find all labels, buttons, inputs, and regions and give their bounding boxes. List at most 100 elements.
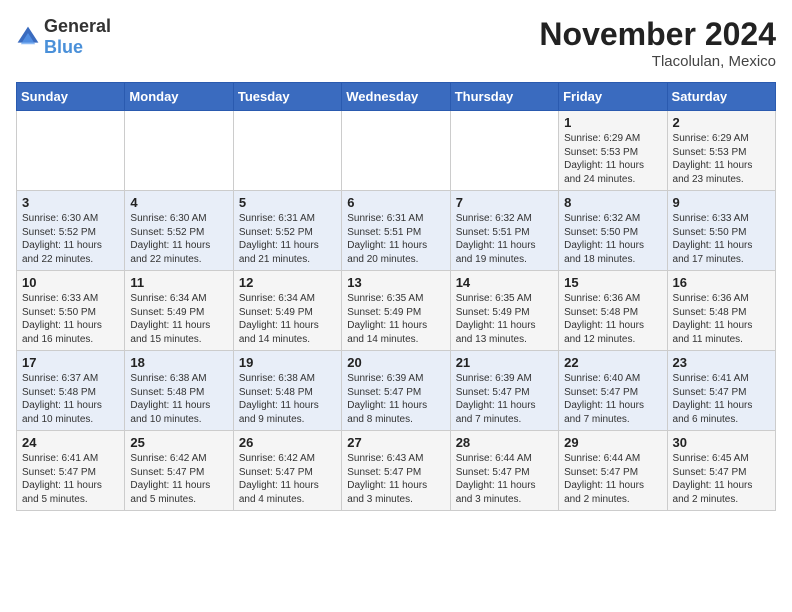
- day-cell: [342, 111, 450, 191]
- week-row-3: 10Sunrise: 6:33 AM Sunset: 5:50 PM Dayli…: [17, 271, 776, 351]
- day-number: 15: [564, 275, 661, 290]
- day-number: 6: [347, 195, 444, 210]
- day-cell: 14 Sunrise: 6:35 AM Sunset: 5:49 PM Dayli…: [450, 271, 558, 351]
- day-cell: 6 Sunrise: 6:31 AM Sunset: 5:51 PM Daylig…: [342, 191, 450, 271]
- day-info: Sunrise: 6:42 AM Sunset: 5:47 PM Dayligh…: [130, 452, 227, 506]
- day-cell: 11Sunrise: 6:34 AM Sunset: 5:49 PM Dayli…: [125, 271, 233, 351]
- day-info: Sunrise: 6:39 AM Sunset: 5:47 PM Dayligh…: [347, 372, 444, 426]
- day-info: Sunrise: 6:43 AM Sunset: 5:47 PM Dayligh…: [347, 452, 444, 506]
- day-number: 7: [456, 195, 553, 210]
- day-cell: 27 Sunrise: 6:43 AM Sunset: 5:47 PM Dayli…: [342, 431, 450, 511]
- day-cell: 29 Sunrise: 6:44 AM Sunset: 5:47 PM Dayli…: [559, 431, 667, 511]
- day-cell: 12 Sunrise: 6:34 AM Sunset: 5:49 PM Dayli…: [233, 271, 341, 351]
- day-info: Sunrise: 6:44 AM Sunset: 5:47 PM Dayligh…: [564, 452, 661, 506]
- day-cell: 15 Sunrise: 6:36 AM Sunset: 5:48 PM Dayli…: [559, 271, 667, 351]
- day-number: 12: [239, 275, 336, 290]
- day-number: 3: [22, 195, 119, 210]
- day-number: 5: [239, 195, 336, 210]
- day-number: 16: [673, 275, 770, 290]
- day-cell: 23Sunrise: 6:41 AM Sunset: 5:47 PM Dayli…: [667, 351, 775, 431]
- weekday-header-wednesday: Wednesday: [342, 83, 450, 111]
- day-cell: 28 Sunrise: 6:44 AM Sunset: 5:47 PM Dayli…: [450, 431, 558, 511]
- week-row-2: 3 Sunrise: 6:30 AM Sunset: 5:52 PM Daylig…: [17, 191, 776, 271]
- day-info: Sunrise: 6:45 AM Sunset: 5:47 PM Dayligh…: [673, 452, 770, 506]
- day-info: Sunrise: 6:35 AM Sunset: 5:49 PM Dayligh…: [347, 292, 444, 346]
- day-number: 9: [673, 195, 770, 210]
- day-info: Sunrise: 6:42 AM Sunset: 5:47 PM Dayligh…: [239, 452, 336, 506]
- day-number: 22: [564, 355, 661, 370]
- day-info: Sunrise: 6:39 AM Sunset: 5:47 PM Dayligh…: [456, 372, 553, 426]
- day-info: Sunrise: 6:34 AM Sunset: 5:49 PM Dayligh…: [239, 292, 336, 346]
- logo-blue-text: Blue: [44, 37, 83, 57]
- day-number: 1: [564, 115, 661, 130]
- day-number: 14: [456, 275, 553, 290]
- day-info: Sunrise: 6:29 AM Sunset: 5:53 PM Dayligh…: [673, 132, 770, 186]
- day-cell: 18 Sunrise: 6:38 AM Sunset: 5:48 PM Dayli…: [125, 351, 233, 431]
- day-cell: 19Sunrise: 6:38 AM Sunset: 5:48 PM Dayli…: [233, 351, 341, 431]
- day-info: Sunrise: 6:31 AM Sunset: 5:51 PM Dayligh…: [347, 212, 444, 266]
- day-number: 28: [456, 435, 553, 450]
- day-cell: 5 Sunrise: 6:31 AM Sunset: 5:52 PM Daylig…: [233, 191, 341, 271]
- day-number: 21: [456, 355, 553, 370]
- day-info: Sunrise: 6:32 AM Sunset: 5:50 PM Dayligh…: [564, 212, 661, 266]
- day-number: 23: [673, 355, 770, 370]
- weekday-header-sunday: Sunday: [17, 83, 125, 111]
- day-cell: 10Sunrise: 6:33 AM Sunset: 5:50 PM Dayli…: [17, 271, 125, 351]
- day-cell: 20 Sunrise: 6:39 AM Sunset: 5:47 PM Dayli…: [342, 351, 450, 431]
- month-title: November 2024: [539, 16, 776, 53]
- day-number: 19: [239, 355, 336, 370]
- calendar-table: SundayMondayTuesdayWednesdayThursdayFrid…: [16, 82, 776, 511]
- day-info: Sunrise: 6:44 AM Sunset: 5:47 PM Dayligh…: [456, 452, 553, 506]
- day-cell: 2 Sunrise: 6:29 AM Sunset: 5:53 PM Daylig…: [667, 111, 775, 191]
- day-cell: 4 Sunrise: 6:30 AM Sunset: 5:52 PM Daylig…: [125, 191, 233, 271]
- day-info: Sunrise: 6:31 AM Sunset: 5:52 PM Dayligh…: [239, 212, 336, 266]
- day-info: Sunrise: 6:36 AM Sunset: 5:48 PM Dayligh…: [673, 292, 770, 346]
- day-info: Sunrise: 6:33 AM Sunset: 5:50 PM Dayligh…: [673, 212, 770, 266]
- day-cell: 8 Sunrise: 6:32 AM Sunset: 5:50 PM Daylig…: [559, 191, 667, 271]
- logo: General Blue: [16, 16, 111, 58]
- day-cell: 7Sunrise: 6:32 AM Sunset: 5:51 PM Daylig…: [450, 191, 558, 271]
- day-info: Sunrise: 6:30 AM Sunset: 5:52 PM Dayligh…: [130, 212, 227, 266]
- day-info: Sunrise: 6:34 AM Sunset: 5:49 PM Dayligh…: [130, 292, 227, 346]
- day-cell: 9 Sunrise: 6:33 AM Sunset: 5:50 PM Daylig…: [667, 191, 775, 271]
- day-cell: 16 Sunrise: 6:36 AM Sunset: 5:48 PM Dayli…: [667, 271, 775, 351]
- day-number: 18: [130, 355, 227, 370]
- day-number: 24: [22, 435, 119, 450]
- day-number: 26: [239, 435, 336, 450]
- day-info: Sunrise: 6:41 AM Sunset: 5:47 PM Dayligh…: [22, 452, 119, 506]
- day-number: 27: [347, 435, 444, 450]
- weekday-header-row: SundayMondayTuesdayWednesdayThursdayFrid…: [17, 83, 776, 111]
- weekday-header-monday: Monday: [125, 83, 233, 111]
- day-cell: 30 Sunrise: 6:45 AM Sunset: 5:47 PM Dayli…: [667, 431, 775, 511]
- day-info: Sunrise: 6:36 AM Sunset: 5:48 PM Dayligh…: [564, 292, 661, 346]
- day-number: 8: [564, 195, 661, 210]
- week-row-1: 1 Sunrise: 6:29 AM Sunset: 5:53 PM Daylig…: [17, 111, 776, 191]
- day-number: 4: [130, 195, 227, 210]
- day-number: 25: [130, 435, 227, 450]
- weekday-header-friday: Friday: [559, 83, 667, 111]
- day-info: Sunrise: 6:40 AM Sunset: 5:47 PM Dayligh…: [564, 372, 661, 426]
- location-text: Tlacolulan, Mexico: [539, 53, 776, 70]
- page-header: General Blue November 2024 Tlacolulan, M…: [16, 16, 776, 70]
- day-number: 29: [564, 435, 661, 450]
- day-number: 20: [347, 355, 444, 370]
- day-cell: 22 Sunrise: 6:40 AM Sunset: 5:47 PM Dayli…: [559, 351, 667, 431]
- day-cell: 3 Sunrise: 6:30 AM Sunset: 5:52 PM Daylig…: [17, 191, 125, 271]
- day-cell: 24 Sunrise: 6:41 AM Sunset: 5:47 PM Dayli…: [17, 431, 125, 511]
- week-row-5: 24 Sunrise: 6:41 AM Sunset: 5:47 PM Dayli…: [17, 431, 776, 511]
- day-cell: [125, 111, 233, 191]
- day-cell: 17Sunrise: 6:37 AM Sunset: 5:48 PM Dayli…: [17, 351, 125, 431]
- day-info: Sunrise: 6:35 AM Sunset: 5:49 PM Dayligh…: [456, 292, 553, 346]
- day-number: 17: [22, 355, 119, 370]
- logo-general-text: General: [44, 16, 111, 36]
- day-number: 2: [673, 115, 770, 130]
- day-cell: 21 Sunrise: 6:39 AM Sunset: 5:47 PM Dayli…: [450, 351, 558, 431]
- day-info: Sunrise: 6:38 AM Sunset: 5:48 PM Dayligh…: [130, 372, 227, 426]
- day-cell: [17, 111, 125, 191]
- day-cell: 26 Sunrise: 6:42 AM Sunset: 5:47 PM Dayli…: [233, 431, 341, 511]
- day-info: Sunrise: 6:30 AM Sunset: 5:52 PM Dayligh…: [22, 212, 119, 266]
- day-number: 30: [673, 435, 770, 450]
- day-cell: 13Sunrise: 6:35 AM Sunset: 5:49 PM Dayli…: [342, 271, 450, 351]
- week-row-4: 17Sunrise: 6:37 AM Sunset: 5:48 PM Dayli…: [17, 351, 776, 431]
- day-info: Sunrise: 6:33 AM Sunset: 5:50 PM Dayligh…: [22, 292, 119, 346]
